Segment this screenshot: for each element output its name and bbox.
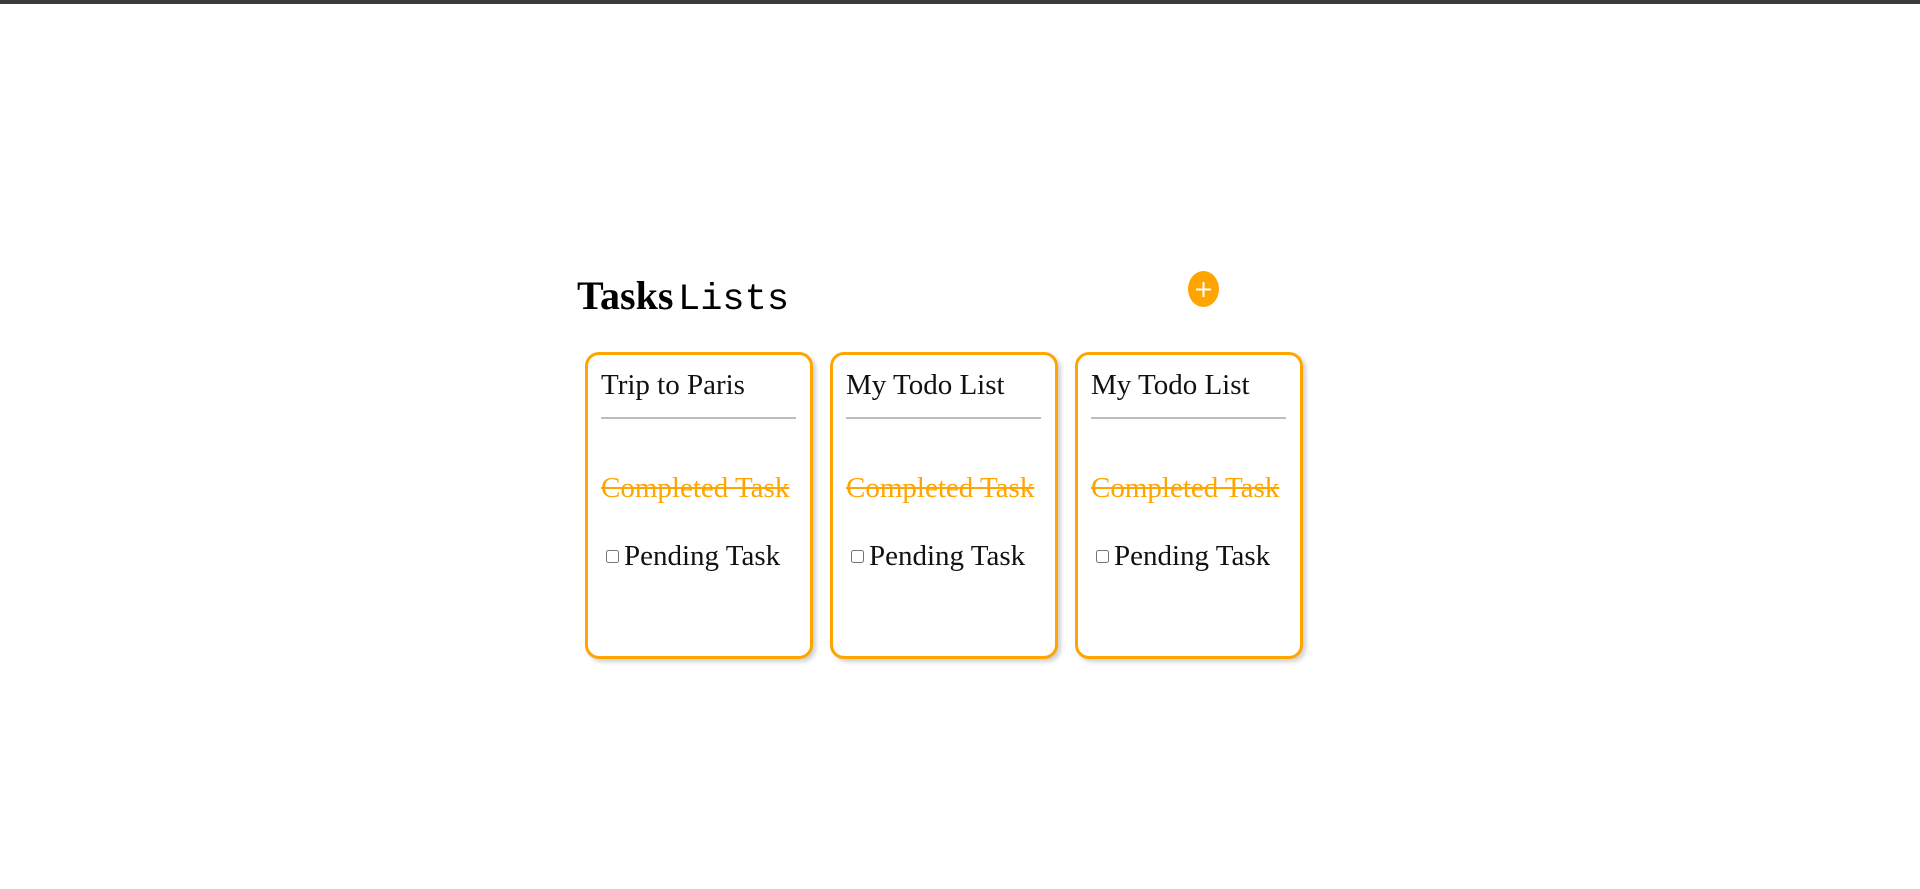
- completed-task[interactable]: Completed Task: [1091, 471, 1279, 505]
- page-header: Tasks Lists: [577, 270, 1237, 321]
- task-checkbox[interactable]: [1096, 550, 1109, 563]
- list-divider: [846, 417, 1041, 419]
- list-divider: [1091, 417, 1286, 419]
- pending-task-label: Pending Task: [624, 540, 781, 572]
- top-border: [0, 0, 1920, 4]
- list-card: My Todo List Completed Task Pending Task: [830, 352, 1058, 659]
- pending-task-label: Pending Task: [869, 540, 1026, 572]
- list-title: Trip to Paris: [601, 369, 745, 401]
- page-title-tasks: Tasks: [577, 273, 674, 318]
- list-divider: [601, 417, 796, 419]
- plus-icon: [1196, 282, 1211, 297]
- list-title: My Todo List: [1091, 369, 1250, 401]
- task-checkbox[interactable]: [606, 550, 619, 563]
- task-checkbox[interactable]: [851, 550, 864, 563]
- pending-task-label: Pending Task: [1114, 540, 1271, 572]
- completed-task[interactable]: Completed Task: [601, 471, 789, 505]
- list-card: Trip to Paris Completed Task Pending Tas…: [585, 352, 813, 659]
- list-card: My Todo List Completed Task Pending Task: [1075, 352, 1303, 659]
- page-title-lists: Lists: [678, 279, 790, 321]
- completed-task[interactable]: Completed Task: [846, 471, 1034, 505]
- list-title: My Todo List: [846, 369, 1005, 401]
- add-list-button[interactable]: [1188, 271, 1219, 307]
- task-lists: Trip to Paris Completed Task Pending Tas…: [585, 352, 1305, 662]
